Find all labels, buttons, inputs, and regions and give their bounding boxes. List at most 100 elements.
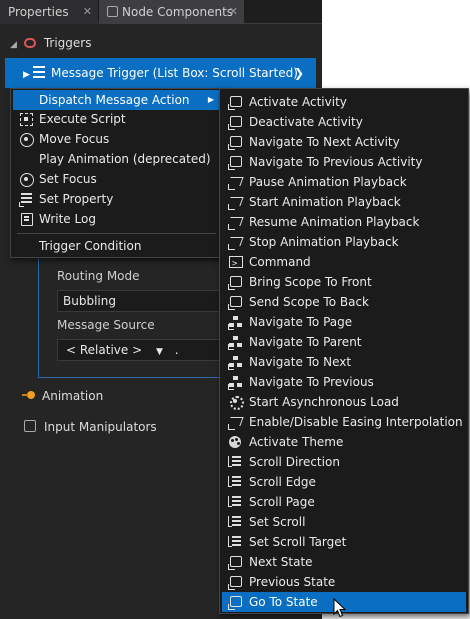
tree-icon bbox=[228, 335, 242, 350]
submenu-item-navigate-to-page[interactable]: Navigate To Page bbox=[222, 312, 466, 332]
wave-icon bbox=[228, 195, 242, 210]
submenu-item-scroll-direction[interactable]: Scroll Direction bbox=[222, 452, 466, 472]
submenu-item-label: Navigate To Page bbox=[249, 315, 353, 329]
message-trigger-row[interactable]: ▶ Message Trigger (List Box: Scroll Start… bbox=[5, 58, 316, 88]
submenu-item-label: Navigate To Parent bbox=[249, 335, 362, 349]
chevron-down-icon[interactable]: ❯ bbox=[294, 58, 304, 88]
menu-item-label: Play Animation (deprecated) bbox=[39, 152, 211, 166]
submenu-item-label: Set Scroll Target bbox=[249, 535, 347, 549]
close-icon[interactable]: ✕ bbox=[83, 0, 92, 24]
menu-item-set-property[interactable]: Set Property bbox=[13, 189, 220, 209]
dispatch-message-action-submenu: Activate Activity Deactivate Activity Navi… bbox=[219, 88, 469, 614]
submenu-item-label: Next State bbox=[249, 555, 313, 569]
menu-item-trigger-condition[interactable]: Trigger Condition bbox=[13, 236, 220, 256]
submenu-item-label: Bring Scope To Front bbox=[249, 275, 372, 289]
submenu-item-label: Scroll Edge bbox=[249, 475, 316, 489]
triggers-row[interactable]: ◢ Triggers bbox=[0, 30, 322, 56]
submenu-item-send-scope-to-back[interactable]: Send Scope To Back bbox=[222, 292, 466, 312]
wave-icon bbox=[228, 235, 242, 250]
expand-caret-icon[interactable]: ▶ bbox=[23, 60, 33, 90]
submenu-item-set-scroll-target[interactable]: Set Scroll Target bbox=[222, 532, 466, 552]
submenu-item-navigate-to-previous[interactable]: Navigate To Previous bbox=[222, 372, 466, 392]
menu-item-label: Set Focus bbox=[39, 172, 97, 186]
gear-icon bbox=[228, 395, 244, 410]
submenu-item-previous-state[interactable]: Previous State bbox=[222, 572, 466, 592]
lines-icon bbox=[228, 515, 242, 529]
menu-item-execute-script[interactable]: Execute Script bbox=[13, 109, 220, 129]
box-icon bbox=[228, 135, 242, 150]
tab-properties[interactable]: Properties ✕ bbox=[0, 0, 98, 24]
submenu-item-scroll-page[interactable]: Scroll Page bbox=[222, 492, 466, 512]
mouse-cursor-icon bbox=[333, 598, 347, 618]
submenu-item-label: Send Scope To Back bbox=[249, 295, 369, 309]
submenu-item-label: Previous State bbox=[249, 575, 336, 589]
input-manipulators-label: Input Manipulators bbox=[44, 420, 157, 434]
box-icon bbox=[228, 115, 242, 130]
submenu-item-stop-animation-playback[interactable]: Stop Animation Playback bbox=[222, 232, 466, 252]
submenu-item-navigate-to-previous-activity[interactable]: Navigate To Previous Activity bbox=[222, 152, 466, 172]
submenu-item-next-state[interactable]: Next State bbox=[222, 552, 466, 572]
box-icon bbox=[228, 275, 242, 290]
submenu-item-label: Enable/Disable Easing Interpolation bbox=[249, 415, 463, 429]
tab-label: Node Components bbox=[122, 5, 234, 19]
submenu-item-label: Navigate To Previous bbox=[249, 375, 374, 389]
submenu-item-start-asynchronous-load[interactable]: Start Asynchronous Load bbox=[222, 392, 466, 412]
submenu-item-activate-activity[interactable]: Activate Activity bbox=[222, 92, 466, 112]
menu-item-label: Trigger Condition bbox=[39, 239, 142, 253]
cmd-icon bbox=[228, 254, 243, 274]
submenu-item-label: Activate Theme bbox=[249, 435, 344, 449]
submenu-item-set-scroll[interactable]: Set Scroll bbox=[222, 512, 466, 532]
submenu-item-navigate-to-next-activity[interactable]: Navigate To Next Activity bbox=[222, 132, 466, 152]
submenu-item-activate-theme[interactable]: Activate Theme bbox=[222, 432, 466, 452]
script-icon bbox=[19, 112, 33, 126]
menu-item-label: Dispatch Message Action bbox=[39, 93, 190, 107]
message-source-value: < Relative > bbox=[66, 343, 143, 357]
box-icon bbox=[228, 295, 242, 310]
tree-icon bbox=[228, 315, 242, 330]
target-icon bbox=[19, 172, 34, 187]
target-icon bbox=[19, 132, 34, 147]
submenu-item-scroll-edge[interactable]: Scroll Edge bbox=[222, 472, 466, 492]
close-icon[interactable]: ✕ bbox=[229, 0, 238, 24]
submenu-item-label: Navigate To Previous Activity bbox=[249, 155, 423, 169]
submenu-item-start-animation-playback[interactable]: Start Animation Playback bbox=[222, 192, 466, 212]
submenu-item-label: Scroll Direction bbox=[249, 455, 340, 469]
submenu-item-label: Deactivate Activity bbox=[249, 115, 363, 129]
menu-item-set-focus[interactable]: Set Focus bbox=[13, 169, 220, 189]
box-icon bbox=[228, 95, 242, 110]
message-source-suffix: . bbox=[174, 343, 179, 357]
submenu-item-label: Stop Animation Playback bbox=[249, 235, 399, 249]
menu-item-label: Execute Script bbox=[39, 112, 126, 126]
menu-item-play-animation[interactable]: Play Animation (deprecated) bbox=[13, 149, 220, 169]
submenu-arrow-icon: ▶ bbox=[207, 95, 214, 104]
add-action-menu: Dispatch Message Action ▶ Execute Script… bbox=[10, 88, 223, 258]
list-icon bbox=[19, 192, 33, 207]
submenu-item-enable-disable-easing-interpolation[interactable]: Enable/Disable Easing Interpolation bbox=[222, 412, 466, 432]
menu-item-dispatch-message-action[interactable]: Dispatch Message Action ▶ bbox=[13, 90, 220, 110]
submenu-item-pause-animation-playback[interactable]: Pause Animation Playback bbox=[222, 172, 466, 192]
menu-item-move-focus[interactable]: Move Focus bbox=[13, 129, 220, 149]
list-box-icon bbox=[33, 66, 45, 78]
submenu-item-resume-animation-playback[interactable]: Resume Animation Playback bbox=[222, 212, 466, 232]
submenu-item-label: Set Scroll bbox=[249, 515, 306, 529]
submenu-item-navigate-to-next[interactable]: Navigate To Next bbox=[222, 352, 466, 372]
submenu-item-label: Command bbox=[249, 255, 311, 269]
box-icon bbox=[228, 575, 242, 590]
submenu-item-label: Go To State bbox=[249, 595, 318, 609]
lines-icon bbox=[228, 475, 242, 489]
box-icon bbox=[228, 595, 242, 610]
lines-icon bbox=[228, 455, 242, 469]
submenu-item-deactivate-activity[interactable]: Deactivate Activity bbox=[222, 112, 466, 132]
tab-node-components[interactable]: Node Components ✕ bbox=[99, 0, 244, 24]
menu-item-write-log[interactable]: Write Log bbox=[13, 209, 220, 229]
box-icon bbox=[228, 555, 242, 570]
message-trigger-label: Message Trigger (List Box: Scroll Starte… bbox=[51, 66, 298, 80]
submenu-item-command[interactable]: Command bbox=[222, 252, 466, 274]
collapse-caret-icon[interactable]: ◢ bbox=[10, 32, 20, 58]
dropdown-arrow-icon[interactable]: ▼ bbox=[156, 347, 163, 357]
submenu-item-navigate-to-parent[interactable]: Navigate To Parent bbox=[222, 332, 466, 352]
animation-icon bbox=[22, 391, 36, 399]
theme-icon bbox=[228, 435, 242, 449]
submenu-item-bring-scope-to-front[interactable]: Bring Scope To Front bbox=[222, 272, 466, 292]
tab-label: Properties bbox=[8, 5, 69, 19]
